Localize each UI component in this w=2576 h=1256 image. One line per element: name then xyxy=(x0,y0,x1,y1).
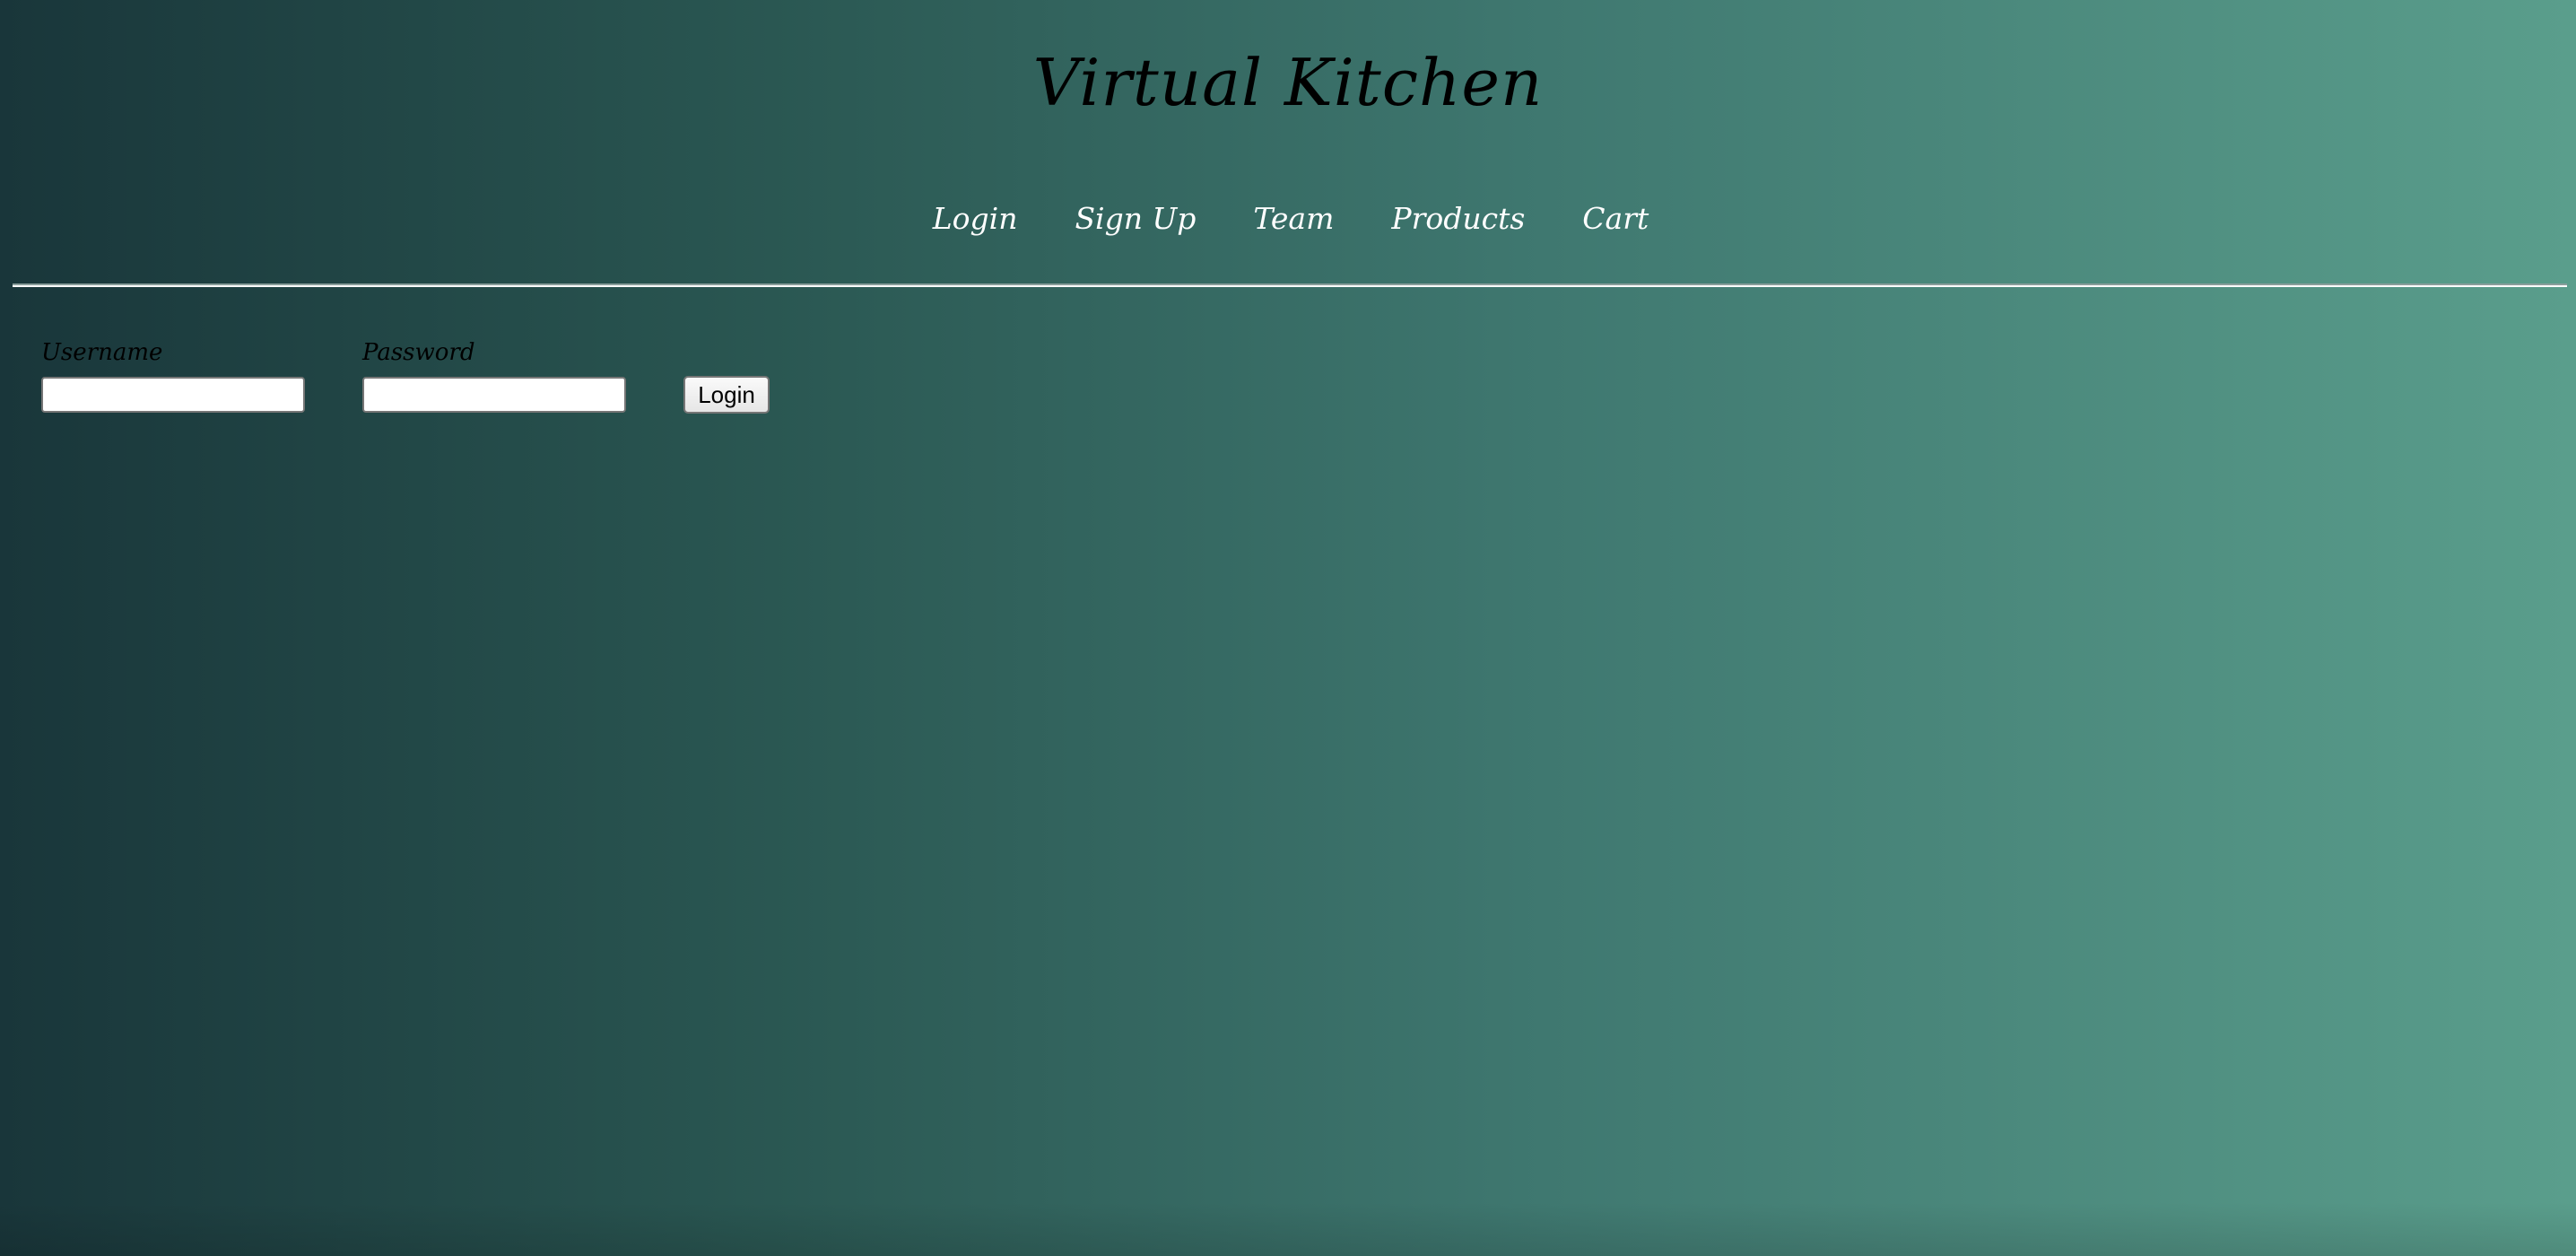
username-input[interactable] xyxy=(41,377,305,413)
bottom-shadow xyxy=(0,1202,2576,1256)
nav-item-sign-up[interactable]: Sign Up xyxy=(1075,192,1196,246)
username-field-group: Username xyxy=(41,337,305,413)
password-field-group: Password xyxy=(362,337,626,413)
site-title: Virtual Kitchen xyxy=(1032,45,1544,120)
nav-item-login[interactable]: Login xyxy=(933,192,1018,246)
nav-item-team[interactable]: Team xyxy=(1253,192,1334,246)
main-nav: Login Sign Up Team Products Cart xyxy=(0,192,2576,246)
nav-item-cart[interactable]: Cart xyxy=(1582,192,1649,246)
password-input[interactable] xyxy=(362,377,626,413)
username-label: Username xyxy=(41,339,163,366)
login-form: Username Password Login xyxy=(41,337,770,414)
password-label: Password xyxy=(362,339,475,366)
login-button[interactable]: Login xyxy=(683,376,770,414)
nav-item-products[interactable]: Products xyxy=(1391,192,1525,246)
header-divider xyxy=(13,283,2567,287)
